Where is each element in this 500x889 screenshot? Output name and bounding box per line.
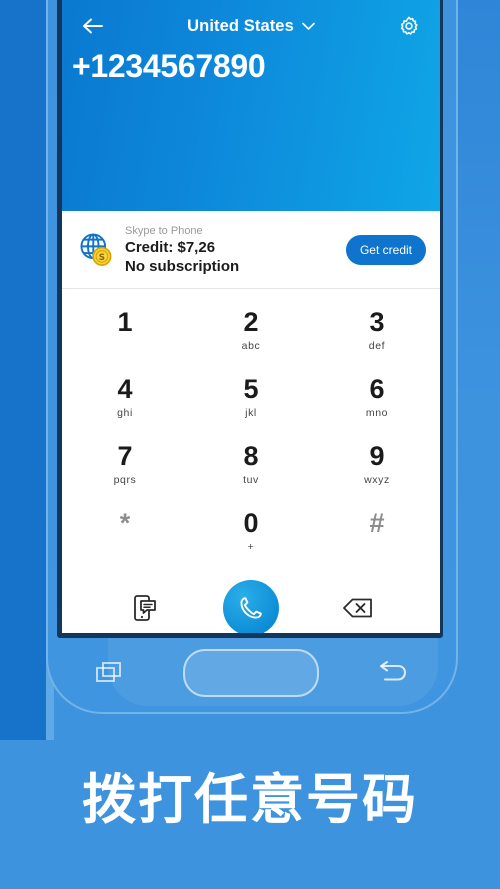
dialpad-row: 4 ghi 5 jkl 6 mno: [62, 364, 440, 431]
arrow-left-icon: [83, 18, 103, 34]
dialpad: 1 2 abc 3 def 4 ghi 5 jkl 6 mno 7 pqrs 8…: [62, 289, 440, 565]
dial-digit: 7: [117, 441, 133, 471]
dial-letters: wxyz: [364, 474, 390, 486]
top-bar: United States: [62, 0, 440, 52]
nav-back-button[interactable]: [373, 653, 413, 693]
dial-letters: jkl: [245, 407, 257, 419]
dial-digit: 9: [369, 441, 385, 471]
dial-digit: 6: [369, 374, 385, 404]
chevron-down-icon: [302, 22, 315, 30]
dial-key-9[interactable]: 9 wxyz: [314, 431, 440, 498]
dial-key-7[interactable]: 7 pqrs: [62, 431, 188, 498]
dial-digit: 0: [243, 508, 259, 538]
dial-digit: 2: [243, 307, 259, 337]
phone-message-icon: [133, 595, 156, 621]
dial-letters: tuv: [243, 474, 259, 486]
home-button[interactable]: [183, 649, 319, 697]
dial-key-2[interactable]: 2 abc: [188, 297, 314, 364]
backspace-delete-icon: [342, 598, 372, 618]
credit-amount: Credit: $7,26: [125, 238, 216, 256]
dial-digit: 4: [117, 374, 133, 404]
app-header: United States +1234567890: [62, 0, 440, 211]
dial-key-1[interactable]: 1: [62, 297, 188, 364]
subscription-status: No subscription: [125, 257, 240, 275]
dial-letters: +: [247, 541, 255, 553]
country-selector[interactable]: United States: [110, 17, 392, 36]
dial-letters: pqrs: [113, 474, 137, 486]
globe-coin-icon: S: [80, 233, 112, 266]
promo-headline: 拨打任意号码: [82, 768, 418, 831]
settings-button[interactable]: [392, 9, 426, 43]
dial-key-4[interactable]: 4 ghi: [62, 364, 188, 431]
dial-key-5[interactable]: 5 jkl: [188, 364, 314, 431]
background-band-dark: [0, 0, 46, 740]
country-label: United States: [187, 16, 294, 35]
recents-button[interactable]: [89, 653, 129, 693]
promo-screenshot: United States +1234567890 S Skype to Pho…: [0, 0, 500, 889]
backspace-button[interactable]: [279, 596, 436, 620]
dial-key-hash[interactable]: #: [314, 498, 440, 565]
get-credit-button[interactable]: Get credit: [345, 234, 426, 265]
dial-key-star[interactable]: *: [62, 498, 188, 565]
dial-key-3[interactable]: 3 def: [314, 297, 440, 364]
gear-icon: [400, 16, 418, 35]
dialpad-row: * 0 + #: [62, 498, 440, 565]
send-sms-button[interactable]: [66, 594, 223, 622]
dial-letters: def: [368, 340, 386, 352]
dialpad-row: 7 pqrs 8 tuv 9 wxyz: [62, 431, 440, 498]
dial-key-6[interactable]: 6 mno: [314, 364, 440, 431]
dial-digit: 1: [117, 307, 133, 337]
dial-digit: *: [119, 508, 131, 538]
skype-to-phone-label: Skype to Phone: [125, 224, 203, 237]
back-button[interactable]: [76, 9, 110, 43]
dial-key-8[interactable]: 8 tuv: [188, 431, 314, 498]
dial-letters: ghi: [117, 407, 133, 419]
dial-letters: abc: [241, 340, 261, 352]
call-button[interactable]: [223, 580, 279, 633]
nav-back-arrow-icon: [379, 660, 407, 681]
phone-number-display: +1234567890: [72, 48, 266, 84]
dial-digit: #: [369, 508, 385, 538]
credit-text-group: Skype to Phone Credit: $7,26 No subscrip…: [125, 224, 346, 276]
dial-digit: 8: [243, 441, 259, 471]
credit-bar: S Skype to Phone Credit: $7,26 No subscr…: [62, 211, 440, 289]
dialpad-row: 1 2 abc 3 def: [62, 297, 440, 364]
svg-text:S: S: [99, 253, 105, 263]
android-nav-bar: [62, 636, 440, 710]
dial-letters: mno: [365, 407, 389, 419]
dial-key-0[interactable]: 0 +: [188, 498, 314, 565]
phone-handset-icon: [240, 597, 262, 619]
phone-screen: United States +1234567890 S Skype to Pho…: [62, 0, 440, 633]
dial-digit: 3: [369, 307, 385, 337]
dial-digit: 5: [243, 374, 259, 404]
dialer-action-row: [62, 565, 440, 633]
recents-squares-icon: [96, 662, 121, 682]
